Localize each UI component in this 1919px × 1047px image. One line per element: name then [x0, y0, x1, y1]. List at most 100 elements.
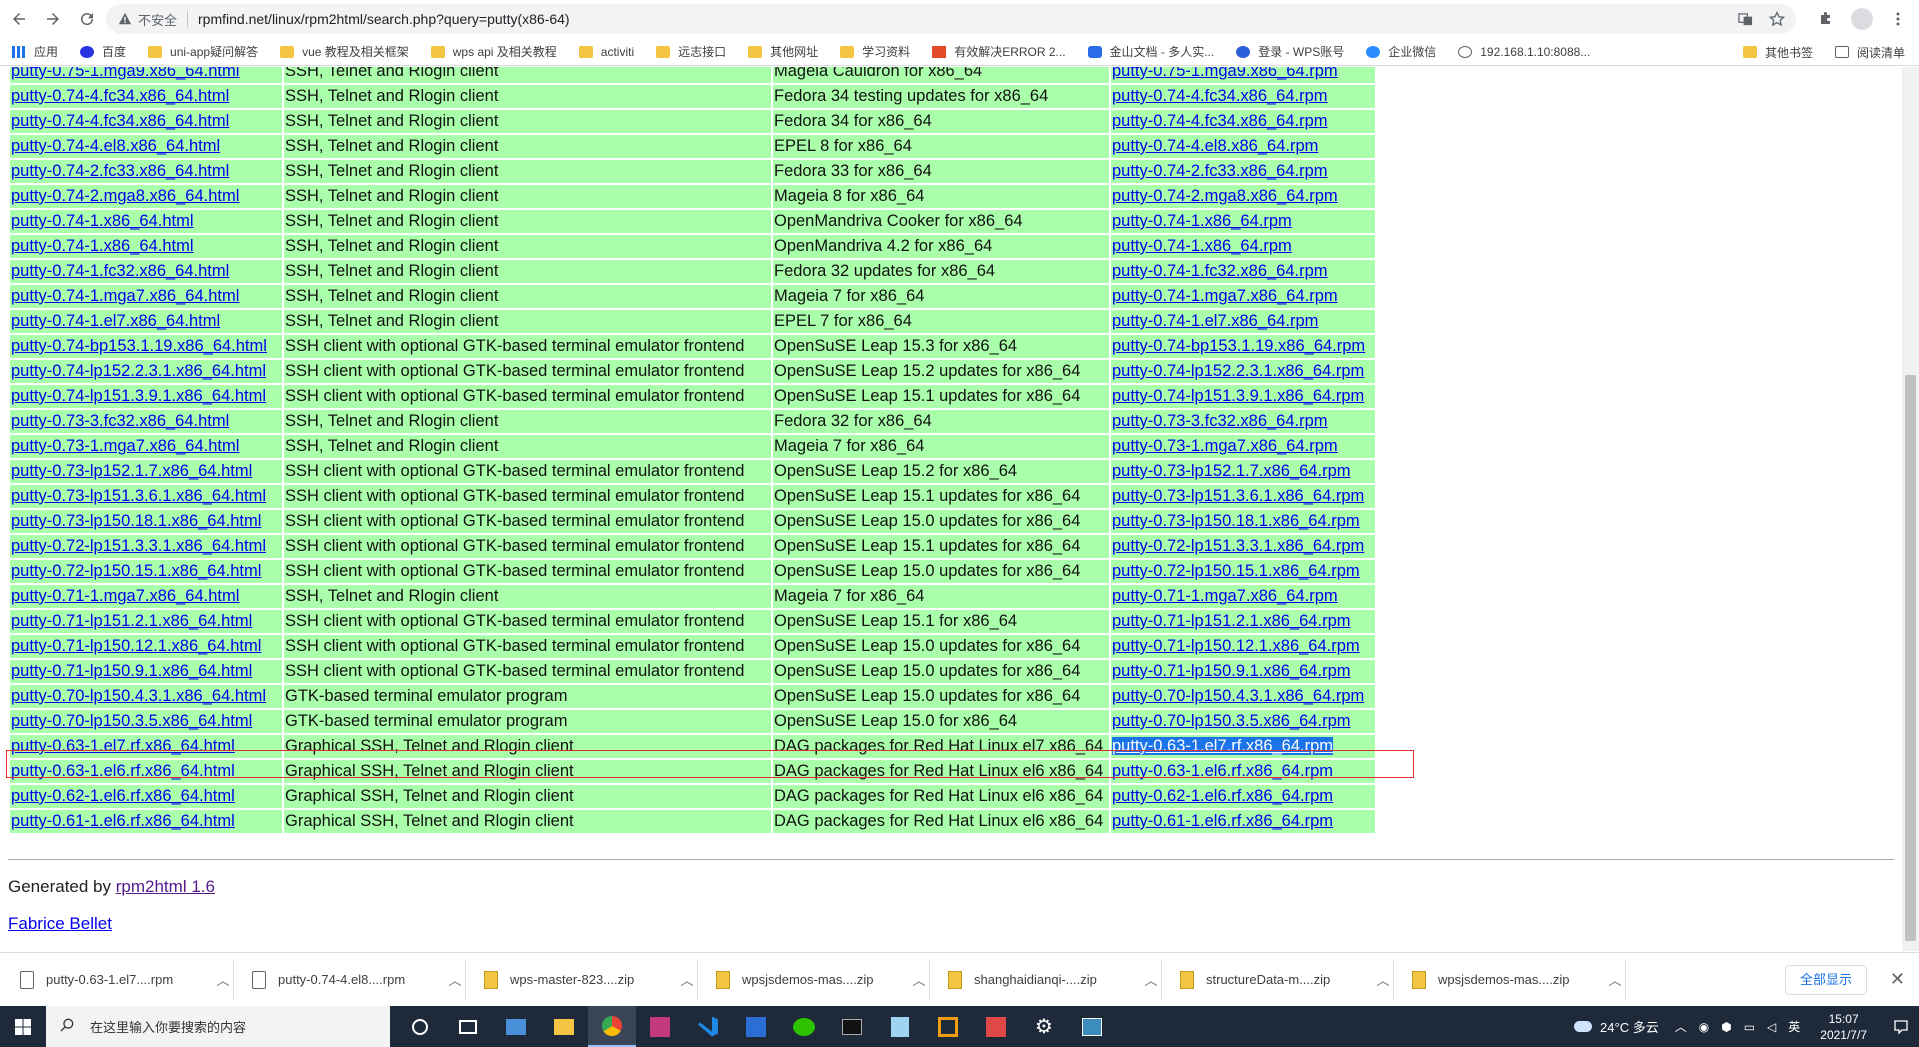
package-link[interactable]: putty-0.73-3.fc32.x86_64.html	[11, 412, 229, 430]
chevron-up-icon[interactable]: ︿	[445, 970, 465, 989]
weather-widget[interactable]: 24°C 多云	[1574, 1017, 1659, 1036]
rpm-download-link[interactable]: putty-0.74-1.fc32.x86_64.rpm	[1112, 262, 1328, 280]
tray-chevron-up-icon[interactable]: ︿	[1675, 1018, 1687, 1035]
bookmark-item[interactable]: wps api 及相关教程	[430, 43, 557, 60]
author-link[interactable]: Fabrice Bellet	[8, 914, 112, 933]
close-icon[interactable]: ✕	[1890, 969, 1905, 990]
package-link[interactable]: putty-0.72-lp150.15.1.x86_64.html	[11, 562, 261, 580]
bookmark-star-icon[interactable]	[1768, 10, 1786, 28]
url-text[interactable]: rpmfind.net/linux/rpm2html/search.php?qu…	[198, 11, 570, 27]
package-link[interactable]: putty-0.74-lp152.2.3.1.x86_64.html	[11, 362, 266, 380]
bookmark-item[interactable]: 金山文档 - 多人实...	[1087, 43, 1214, 60]
rpm-download-link[interactable]: putty-0.75-1.mga9.x86_64.rpm	[1112, 67, 1338, 80]
scrollbar-thumb[interactable]	[1905, 375, 1916, 941]
chevron-up-icon[interactable]: ︿	[1605, 970, 1625, 989]
package-link[interactable]: putty-0.73-lp150.18.1.x86_64.html	[11, 512, 261, 530]
rpm-download-link[interactable]: putty-0.74-1.el7.x86_64.rpm	[1112, 312, 1318, 330]
bookmark-item[interactable]: 登录 - WPS账号	[1236, 43, 1344, 60]
chevron-up-icon[interactable]: ︿	[213, 970, 233, 989]
taskbar-app-explorer[interactable]	[540, 1006, 588, 1047]
back-button[interactable]	[4, 4, 34, 34]
package-link[interactable]: putty-0.74-2.mga8.x86_64.html	[11, 187, 239, 205]
package-link[interactable]: putty-0.74-4.fc34.x86_64.html	[11, 112, 229, 130]
taskbar-app-jetbrains[interactable]	[636, 1006, 684, 1047]
network-icon[interactable]: ▭	[1744, 1020, 1755, 1034]
rpm-download-link[interactable]: putty-0.70-lp150.3.5.x86_64.rpm	[1112, 712, 1351, 730]
package-link[interactable]: putty-0.63-1.el6.rf.x86_64.html	[11, 762, 235, 780]
package-link[interactable]: putty-0.61-1.el6.rf.x86_64.html	[11, 812, 235, 830]
rpm-download-link[interactable]: putty-0.74-1.x86_64.rpm	[1112, 237, 1292, 255]
bookmark-item[interactable]: 有效解决ERROR 2...	[932, 43, 1066, 60]
package-link[interactable]: putty-0.74-1.fc32.x86_64.html	[11, 262, 229, 280]
package-link[interactable]: putty-0.74-1.mga7.x86_64.html	[11, 287, 239, 305]
rpm-download-link[interactable]: putty-0.74-4.el8.x86_64.rpm	[1112, 137, 1318, 155]
taskbar-app-settings[interactable]: ⚙	[1020, 1006, 1068, 1047]
rpm-download-link[interactable]: putty-0.73-1.mga7.x86_64.rpm	[1112, 437, 1338, 455]
task-view-button[interactable]	[444, 1006, 492, 1047]
rpm-download-link[interactable]: putty-0.74-bp153.1.19.x86_64.rpm	[1112, 337, 1365, 355]
volume-icon[interactable]: ◁	[1767, 1020, 1776, 1034]
chevron-up-icon[interactable]: ︿	[909, 970, 929, 989]
bookmark-item[interactable]: 192.168.1.10:8088...	[1458, 45, 1590, 59]
package-link[interactable]: putty-0.72-lp151.3.3.1.x86_64.html	[11, 537, 266, 555]
bookmark-item[interactable]: activiti	[578, 45, 634, 59]
bookmark-item[interactable]: 远志接口	[656, 43, 726, 60]
download-item[interactable]: structureData-m....zip ︿	[1172, 959, 1394, 1000]
chevron-up-icon[interactable]: ︿	[677, 970, 697, 989]
rpm-download-link[interactable]: putty-0.61-1.el6.rf.x86_64.rpm	[1112, 812, 1333, 830]
taskbar-app-chrome[interactable]	[588, 1006, 636, 1047]
package-link[interactable]: putty-0.73-1.mga7.x86_64.html	[11, 437, 239, 455]
rpm-download-link[interactable]: putty-0.73-lp150.18.1.x86_64.rpm	[1112, 512, 1360, 530]
bookmark-item[interactable]: 应用	[12, 43, 58, 60]
bookmark-item[interactable]: 百度	[80, 43, 126, 60]
system-clock[interactable]: 15:07 2021/7/7	[1820, 1011, 1867, 1043]
rpm-download-link[interactable]: putty-0.63-1.el7.rf.x86_64.rpm	[1112, 737, 1334, 755]
package-link[interactable]: putty-0.71-lp150.12.1.x86_64.html	[11, 637, 261, 655]
bookmark-item[interactable]: 其他网址	[748, 43, 818, 60]
taskbar-app-word[interactable]	[732, 1006, 780, 1047]
rpm-download-link[interactable]: putty-0.63-1.el6.rf.x86_64.rpm	[1112, 762, 1333, 780]
bookmark-other[interactable]: 其他书签	[1742, 44, 1813, 61]
ime-indicator[interactable]: 英	[1788, 1018, 1800, 1035]
rpm2html-link[interactable]: rpm2html 1.6	[116, 877, 215, 896]
rpm-download-link[interactable]: putty-0.73-lp152.1.7.x86_64.rpm	[1112, 462, 1351, 480]
package-link[interactable]: putty-0.71-1.mga7.x86_64.html	[11, 587, 239, 605]
profile-avatar[interactable]	[1851, 8, 1873, 30]
translate-icon[interactable]	[1736, 10, 1754, 28]
rpm-download-link[interactable]: putty-0.74-lp151.3.9.1.x86_64.rpm	[1112, 387, 1364, 405]
package-link[interactable]: putty-0.74-bp153.1.19.x86_64.html	[11, 337, 267, 355]
chevron-up-icon[interactable]: ︿	[1141, 970, 1161, 989]
download-item[interactable]: putty-0.63-1.el7....rpm ︿	[12, 959, 234, 1000]
download-item[interactable]: wpsjsdemos-mas....zip ︿	[708, 959, 930, 1000]
package-link[interactable]: putty-0.74-1.x86_64.html	[11, 237, 194, 255]
download-item[interactable]: putty-0.74-4.el8....rpm ︿	[244, 959, 466, 1000]
package-link[interactable]: putty-0.74-4.el8.x86_64.html	[11, 137, 220, 155]
package-link[interactable]: putty-0.70-lp150.4.3.1.x86_64.html	[11, 687, 266, 705]
package-link[interactable]: putty-0.70-lp150.3.5.x86_64.html	[11, 712, 252, 730]
tray-app-icon[interactable]: ◉	[1699, 1020, 1709, 1034]
rpm-download-link[interactable]: putty-0.71-lp150.12.1.x86_64.rpm	[1112, 637, 1360, 655]
download-item[interactable]: wpsjsdemos-mas....zip ︿	[1404, 959, 1626, 1000]
rpm-download-link[interactable]: putty-0.74-2.mga8.x86_64.rpm	[1112, 187, 1338, 205]
taskbar-app-wechat[interactable]	[780, 1006, 828, 1047]
download-item[interactable]: wps-master-823....zip ︿	[476, 959, 698, 1000]
rpm-download-link[interactable]: putty-0.74-1.x86_64.rpm	[1112, 212, 1292, 230]
rpm-download-link[interactable]: putty-0.73-lp151.3.6.1.x86_64.rpm	[1112, 487, 1364, 505]
rpm-download-link[interactable]: putty-0.74-lp152.2.3.1.x86_64.rpm	[1112, 362, 1364, 380]
rpm-download-link[interactable]: putty-0.74-4.fc34.x86_64.rpm	[1112, 87, 1328, 105]
taskbar-app-news[interactable]	[492, 1006, 540, 1047]
extensions-puzzle-icon[interactable]	[1815, 8, 1837, 30]
bookmark-item[interactable]: 学习资料	[840, 43, 910, 60]
rpm-download-link[interactable]: putty-0.74-1.mga7.x86_64.rpm	[1112, 287, 1338, 305]
page-scrollbar[interactable]	[1902, 67, 1919, 951]
taskbar-app-vscode[interactable]	[684, 1006, 732, 1047]
taskbar-app-screenshot[interactable]	[1068, 1006, 1116, 1047]
reload-button[interactable]	[72, 4, 102, 34]
rpm-download-link[interactable]: putty-0.74-2.fc33.x86_64.rpm	[1112, 162, 1328, 180]
reading-list[interactable]: 阅读清单	[1834, 44, 1905, 61]
rpm-download-link[interactable]: putty-0.71-1.mga7.x86_64.rpm	[1112, 587, 1338, 605]
rpm-download-link[interactable]: putty-0.73-3.fc32.x86_64.rpm	[1112, 412, 1328, 430]
start-button[interactable]	[0, 1006, 46, 1047]
address-bar[interactable]: 不安全 rpmfind.net/linux/rpm2html/search.ph…	[106, 4, 1796, 34]
bookmark-item[interactable]: uni-app疑问解答	[148, 43, 258, 60]
